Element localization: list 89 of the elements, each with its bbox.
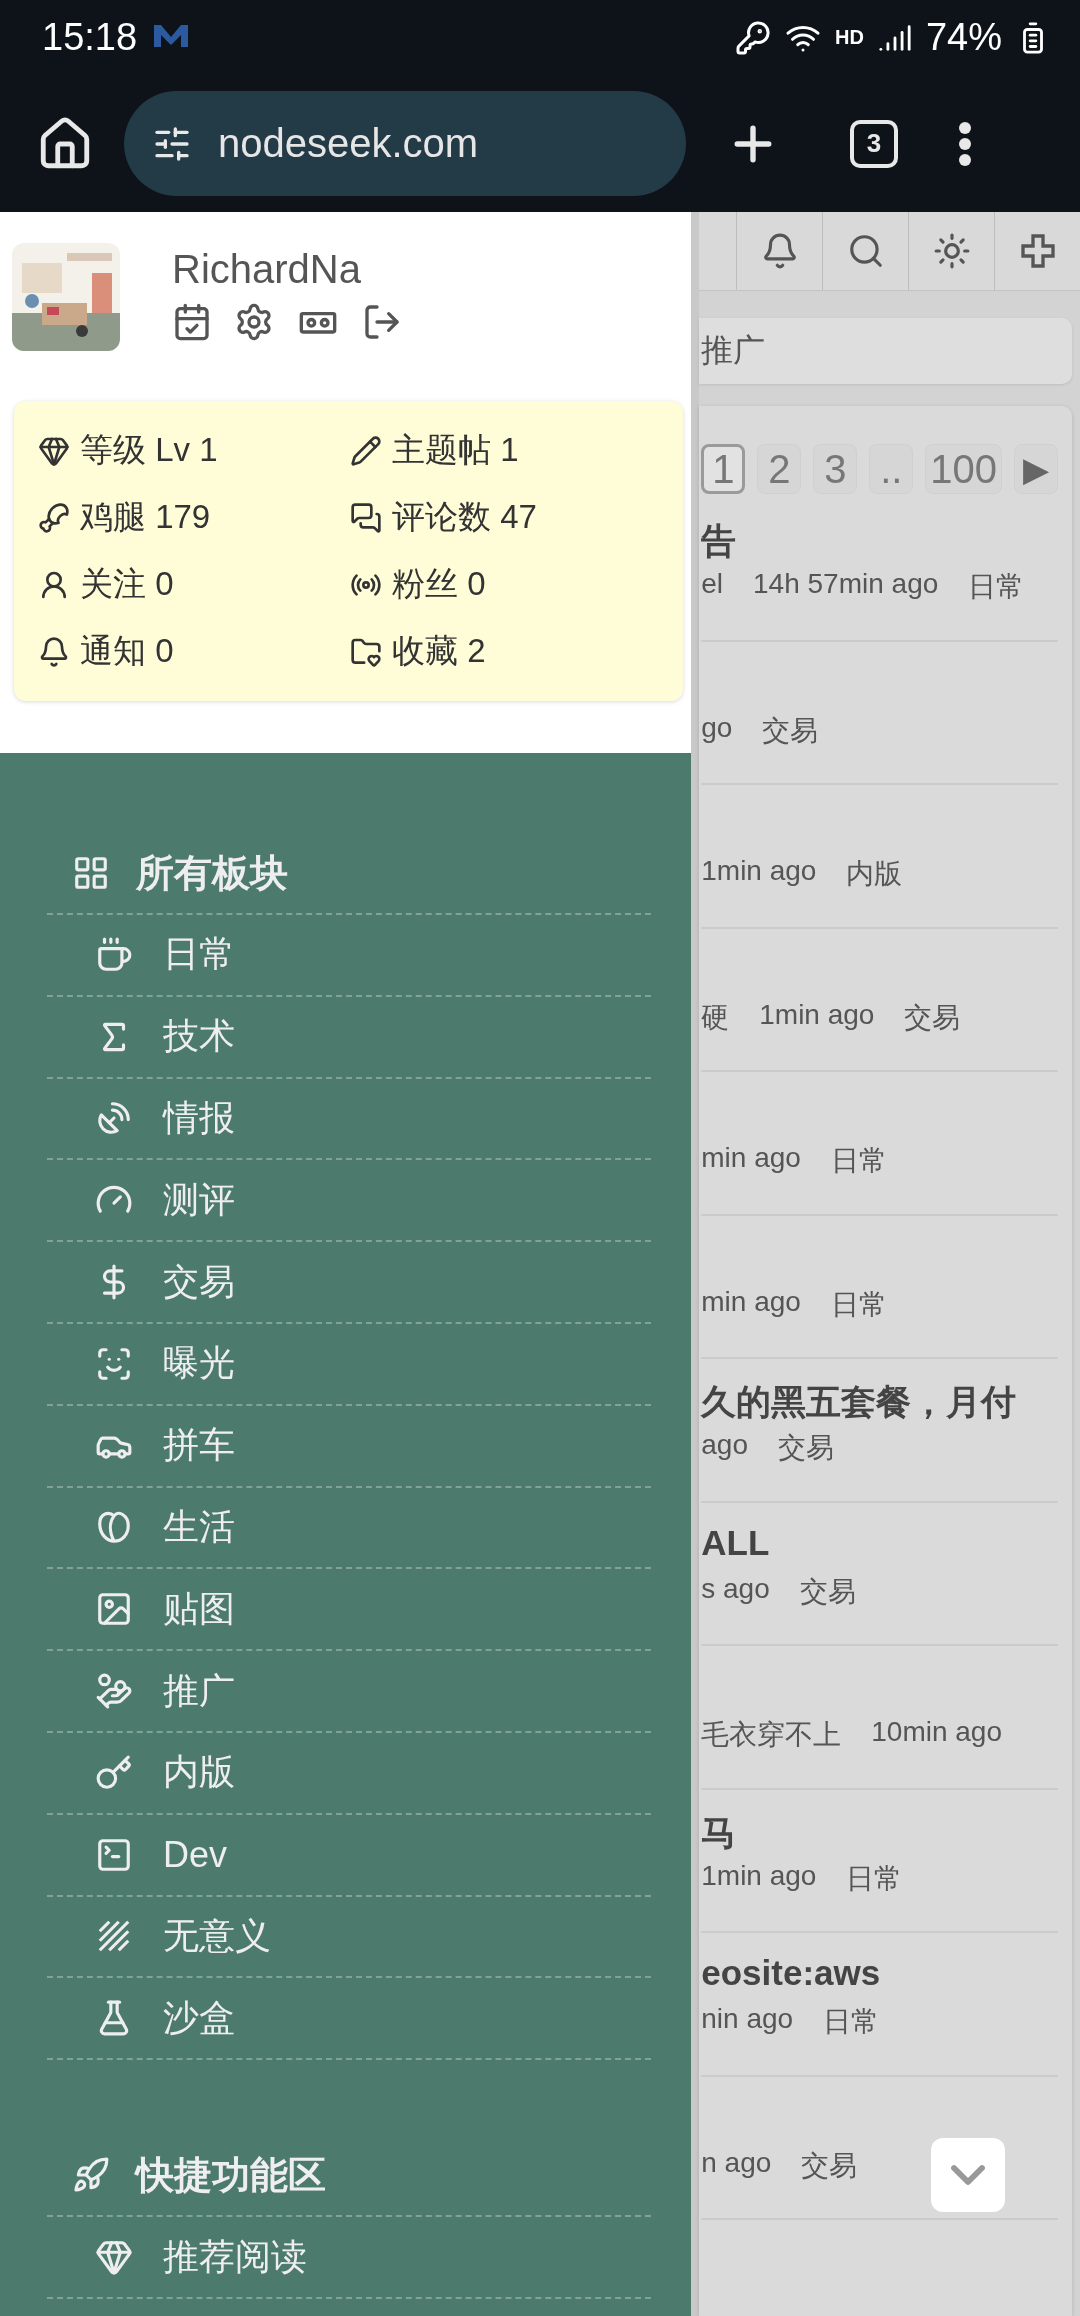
search-text: 推广 bbox=[701, 331, 766, 370]
network-label: HD bbox=[835, 26, 864, 49]
pencil-icon bbox=[350, 434, 382, 467]
post-title[interactable]: 马 bbox=[701, 1809, 1058, 1854]
stat-label[interactable]: 鸡腿 179 bbox=[80, 495, 211, 540]
page-button[interactable]: 2 bbox=[757, 444, 802, 494]
stat-label[interactable]: 评论数 47 bbox=[392, 495, 537, 540]
page-button[interactable]: .. bbox=[869, 444, 914, 494]
stat-label[interactable]: 收藏 2 bbox=[392, 629, 486, 674]
sidebar-item[interactable]: 曝光 bbox=[47, 1324, 652, 1406]
sidebar-item[interactable]: 内版 bbox=[47, 1732, 652, 1815]
post-meta: 日常 bbox=[823, 2005, 880, 2039]
sidebar-item[interactable]: 贴图 bbox=[47, 1569, 652, 1652]
post-meta: s ago bbox=[701, 1572, 770, 1606]
post-title[interactable]: eosite:aws bbox=[701, 1953, 1058, 1997]
post-meta: 交易 bbox=[762, 713, 819, 748]
url-text: nodeseek.com bbox=[218, 121, 479, 166]
post-meta: 内版 bbox=[846, 857, 903, 891]
battery-percent: 74% bbox=[925, 16, 1002, 59]
sidebar-item[interactable]: 拼车 bbox=[47, 1405, 652, 1488]
page-button[interactable]: 1 bbox=[701, 444, 746, 494]
more-icon bbox=[958, 120, 972, 167]
username: RichardNa bbox=[172, 247, 362, 292]
post-meta: 交易 bbox=[777, 1431, 834, 1465]
key-icon bbox=[95, 1753, 133, 1792]
rocket-icon bbox=[72, 2156, 110, 2195]
stat-label[interactable]: 粉丝 0 bbox=[392, 562, 486, 607]
key-icon bbox=[735, 19, 772, 56]
sun-icon bbox=[932, 232, 971, 270]
post-meta: min ago bbox=[701, 1285, 801, 1319]
post-title[interactable]: 久的黑五套餐，月付 bbox=[701, 1379, 1058, 1423]
post-meta: 日常 bbox=[830, 1287, 887, 1322]
post-meta: 交易 bbox=[904, 1000, 961, 1035]
post-title[interactable]: ALL bbox=[701, 1522, 1058, 1567]
sidebar-item[interactable]: 交易 bbox=[47, 1242, 652, 1324]
scroll-down-button[interactable] bbox=[931, 2138, 1006, 2212]
cup-icon bbox=[95, 935, 133, 974]
drumstick-icon bbox=[38, 501, 70, 534]
section-title: 快捷功能区 bbox=[136, 2152, 326, 2198]
post-meta: 1min ago bbox=[759, 998, 875, 1032]
menu-button[interactable] bbox=[958, 120, 972, 167]
next-page-button[interactable]: ▶ bbox=[1014, 444, 1058, 494]
post-meta: 1min ago bbox=[701, 1859, 817, 1893]
messages-icon bbox=[350, 501, 382, 534]
status-time: 15:18 bbox=[42, 16, 138, 59]
post-meta: 10min ago bbox=[871, 1716, 1002, 1749]
sidebar-item[interactable]: 情报 bbox=[47, 1078, 652, 1161]
search-field[interactable]: 推广 bbox=[699, 318, 1072, 384]
gem-icon bbox=[95, 2238, 133, 2277]
sidebar-item[interactable]: 日常 bbox=[47, 915, 652, 997]
section-title: 所有板块 bbox=[136, 850, 288, 896]
logout-icon[interactable] bbox=[362, 302, 402, 342]
post-meta: el bbox=[701, 568, 724, 601]
page-button[interactable]: 100 bbox=[925, 444, 1002, 494]
post-meta: 毛衣穿不上 bbox=[701, 1718, 842, 1752]
post-meta: 日常 bbox=[830, 1144, 887, 1178]
post-meta: 1min ago bbox=[701, 855, 817, 888]
post-meta: 日常 bbox=[968, 570, 1025, 604]
sidebar-item[interactable]: 沙盒 bbox=[47, 1978, 652, 2061]
sidebar-item[interactable]: 测评 bbox=[47, 1160, 652, 1243]
sidebar-item[interactable]: Dev bbox=[47, 1814, 652, 1897]
post-meta: 日常 bbox=[846, 1861, 903, 1896]
address-bar[interactable]: nodeseek.com bbox=[124, 91, 686, 196]
stat-label[interactable]: 主题帖 1 bbox=[392, 428, 519, 473]
post-meta: 14h 57min ago bbox=[753, 568, 939, 601]
stat-label[interactable]: 通知 0 bbox=[80, 629, 174, 674]
post-meta: 交易 bbox=[801, 2148, 858, 2183]
post-meta: n ago bbox=[701, 2146, 772, 2180]
post-meta: 硬 bbox=[701, 1000, 730, 1035]
post-meta: go bbox=[701, 711, 733, 745]
post-meta: min ago bbox=[701, 1142, 801, 1175]
post-meta: ago bbox=[701, 1429, 748, 1462]
stat-label[interactable]: 等级 Lv 1 bbox=[80, 428, 218, 473]
tab-count-button[interactable]: 3 bbox=[850, 119, 898, 168]
calendar-check-icon[interactable] bbox=[172, 302, 212, 342]
sidebar-item[interactable]: 推荐阅读 bbox=[47, 2217, 652, 2299]
grid-icon bbox=[72, 854, 110, 892]
bell-icon bbox=[38, 635, 70, 668]
sidebar-item[interactable]: 技术 bbox=[47, 996, 652, 1079]
settings-icon[interactable] bbox=[234, 302, 274, 342]
post-meta: nin ago bbox=[701, 2003, 794, 2036]
sidebar-item[interactable]: 推广 bbox=[47, 1651, 652, 1733]
sidebar-item[interactable]: 生活 bbox=[47, 1487, 652, 1570]
sidebar-item[interactable]: 无意义 bbox=[47, 1896, 652, 1979]
stat-label[interactable]: 关注 0 bbox=[80, 562, 174, 607]
hand-coins-icon bbox=[95, 1672, 133, 1711]
post-title[interactable]: 告 bbox=[701, 518, 1058, 562]
page-button[interactable]: 3 bbox=[813, 444, 858, 494]
post-meta: 交易 bbox=[799, 1574, 856, 1609]
